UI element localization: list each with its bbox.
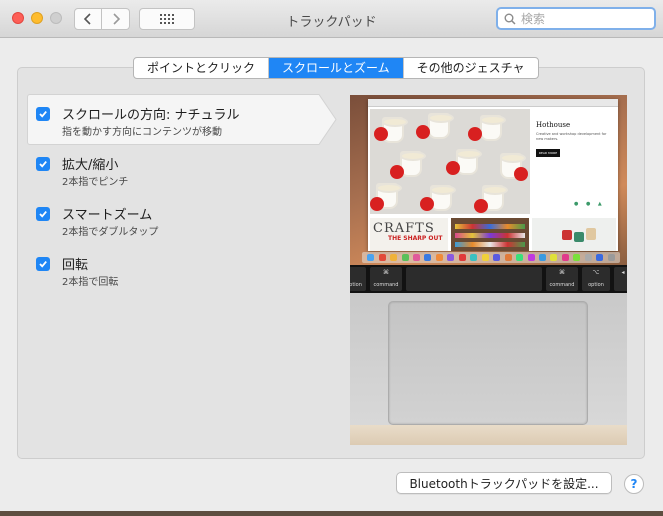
- touchbar-command-right: ⌘ command: [546, 267, 578, 291]
- preview-read-more: READ MORE: [536, 149, 560, 157]
- touchbar-arrow-key: ◂: [614, 267, 627, 291]
- option-subtitle: 2本指でダブルタップ: [62, 227, 159, 238]
- preview-hero-image: [370, 109, 530, 214]
- scroll-direction-checkbox[interactable]: [36, 107, 50, 121]
- preview-table-surface: [350, 425, 627, 445]
- touchbar-option-left: option: [350, 267, 366, 291]
- touchbar-command-left: ⌘ command: [370, 267, 402, 291]
- preview-trackpad: [388, 301, 588, 425]
- checkmark-icon: [39, 261, 47, 268]
- zoom-checkbox[interactable]: [36, 157, 50, 171]
- preview-browser-window: Hothouse Creative and workshop developme…: [368, 99, 618, 251]
- preferences-window: トラックパッド ポイントとクリック スクロールとズーム その他のジェスチャ スク…: [0, 0, 663, 516]
- title-bar: トラックパッド: [0, 0, 663, 38]
- preview-dock: [362, 252, 620, 263]
- preview-touch-bar: option ⌘command ⌘command ⌥option ◂: [350, 265, 627, 293]
- option-title: スクロールの方向: ナチュラル: [62, 108, 240, 123]
- touchbar-option-right: ⌥ option: [582, 267, 610, 291]
- search-input[interactable]: [521, 11, 641, 26]
- preview-site-body: Creative and workshop development for ne…: [536, 132, 607, 141]
- desktop-background-strip: [0, 511, 663, 516]
- preview-tile-crafts: CRAFTS THE SHARP OUT: [370, 218, 448, 251]
- preview-site-title: Hothouse: [536, 121, 571, 129]
- tab-scroll-and-zoom[interactable]: スクロールとズーム: [269, 58, 404, 78]
- option-subtitle: 2本指で回転: [62, 277, 119, 288]
- search-field[interactable]: [496, 7, 656, 30]
- rotate-checkbox[interactable]: [36, 257, 50, 271]
- search-icon: [504, 13, 516, 25]
- preview-browser-toolbar: [368, 99, 618, 107]
- preview-laptop-body: [350, 293, 627, 425]
- option-title: 回転: [62, 258, 89, 273]
- option-title: 拡大/縮小: [62, 158, 119, 173]
- help-button[interactable]: ?: [624, 474, 644, 494]
- smart-zoom-checkbox[interactable]: [36, 207, 50, 221]
- option-subtitle: 指を動かす方向にコンテンツが移動: [62, 127, 222, 138]
- tab-point-and-click[interactable]: ポイントとクリック: [134, 58, 270, 78]
- checkmark-icon: [39, 161, 47, 168]
- option-title: スマートズーム: [62, 208, 153, 223]
- tab-more-gestures[interactable]: その他のジェスチャ: [404, 58, 538, 78]
- preview-tile-objects: [532, 218, 616, 251]
- touchbar-space: [406, 267, 542, 291]
- checkmark-icon: [39, 211, 47, 218]
- checkmark-icon: [39, 111, 47, 118]
- preview-tile-shelves: [451, 218, 529, 251]
- selection-pointer: [315, 94, 337, 145]
- setup-bluetooth-trackpad-button[interactable]: Bluetoothトラックパッドを設定...: [396, 472, 612, 494]
- preview-carousel-dots: ● ● ▲: [574, 201, 605, 207]
- tab-bar: ポイントとクリック スクロールとズーム その他のジェスチャ: [133, 57, 539, 79]
- option-subtitle: 2本指でピンチ: [62, 177, 129, 188]
- gesture-preview: Hothouse Creative and workshop developme…: [350, 95, 627, 445]
